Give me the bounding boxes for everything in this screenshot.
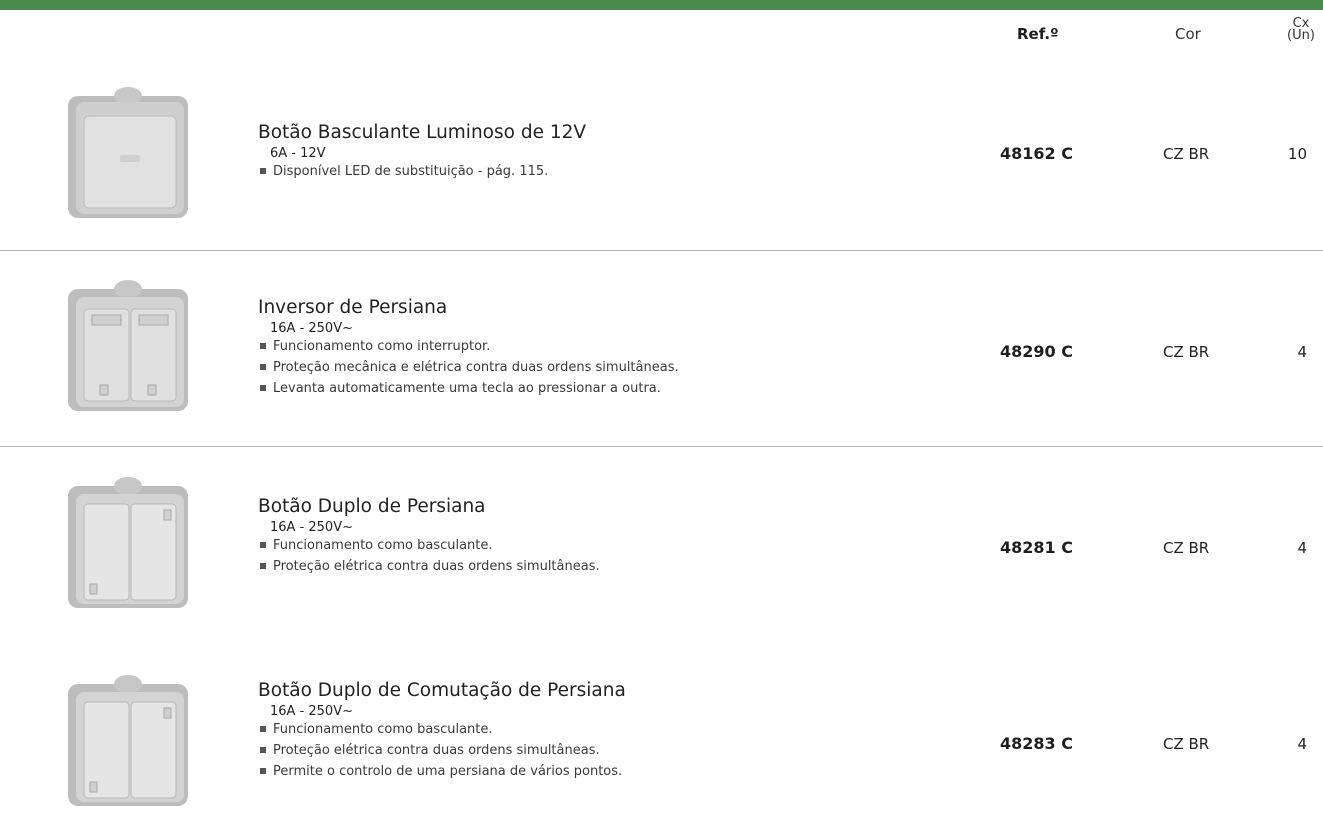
product-title: Botão Duplo de Persiana: [258, 496, 486, 517]
feature-item: Proteção elétrica contra duas ordens sim…: [260, 740, 626, 761]
feature-item: Funcionamento como basculante.: [260, 719, 626, 740]
product-box-qty: 4: [1297, 343, 1307, 361]
bullet-square-icon: [260, 726, 266, 732]
feature-item: Funcionamento como interruptor.: [260, 336, 679, 357]
product-color: CZ BR: [1163, 343, 1210, 361]
product-color: CZ BR: [1163, 145, 1210, 163]
bullet-square-icon: [260, 563, 266, 569]
row-divider: [0, 446, 1323, 447]
product-info: Botão Basculante Luminoso de 12V 6A - 12…: [258, 122, 586, 182]
bullet-square-icon: [260, 343, 266, 349]
bullet-square-icon: [260, 542, 266, 548]
single-rocker-switch-icon: [62, 82, 194, 222]
row-divider: [0, 250, 1323, 251]
product-color: CZ BR: [1163, 539, 1210, 557]
column-header-cx-line2: (Un): [1287, 28, 1315, 43]
product-info: Botão Duplo de Comutação de Persiana 16A…: [258, 680, 626, 782]
product-box-qty: 4: [1297, 735, 1307, 753]
product-info: Inversor de Persiana 16A - 250V~ Funcion…: [258, 297, 679, 399]
product-box-qty: 10: [1287, 145, 1307, 163]
bullet-square-icon: [260, 747, 266, 753]
bullet-square-icon: [260, 768, 266, 774]
product-ref: 48283 C: [1000, 734, 1073, 753]
product-spec: 16A - 250V~: [270, 520, 353, 535]
double-blind-switch-icon: [62, 670, 194, 810]
feature-item: Funcionamento como basculante.: [260, 535, 600, 556]
top-accent-bar: [0, 0, 1323, 10]
feature-item: Permite o controlo de uma persiana de vá…: [260, 761, 626, 782]
feature-item: Proteção mecânica e elétrica contra duas…: [260, 357, 679, 378]
product-spec: 16A - 250V~: [270, 704, 353, 719]
feature-item: Disponível LED de substituição - pág. 11…: [260, 161, 586, 182]
product-features: Disponível LED de substituição - pág. 11…: [260, 161, 586, 182]
product-box-qty: 4: [1297, 539, 1307, 557]
product-spec: 16A - 250V~: [270, 321, 353, 336]
product-spec: 6A - 12V: [270, 146, 326, 161]
product-info: Botão Duplo de Persiana 16A - 250V~ Func…: [258, 496, 600, 577]
bullet-square-icon: [260, 385, 266, 391]
product-title: Inversor de Persiana: [258, 297, 448, 318]
product-features: Funcionamento como basculante. Proteção …: [260, 719, 626, 782]
product-features: Funcionamento como interruptor. Proteção…: [260, 336, 679, 399]
product-ref: 48162 C: [1000, 144, 1073, 163]
product-features: Funcionamento como basculante. Proteção …: [260, 535, 600, 577]
column-header-cx: Cx (Un): [1280, 17, 1322, 43]
bullet-square-icon: [260, 168, 266, 174]
feature-item: Levanta automaticamente uma tecla ao pre…: [260, 378, 679, 399]
stop-blind-switch-icon: [62, 275, 194, 415]
product-ref: 48290 C: [1000, 342, 1073, 361]
column-header-ref: Ref.º: [1017, 25, 1059, 43]
feature-item: Proteção elétrica contra duas ordens sim…: [260, 556, 600, 577]
bullet-square-icon: [260, 364, 266, 370]
double-blind-switch-icon: [62, 472, 194, 612]
column-header-cor: Cor: [1175, 25, 1201, 43]
product-color: CZ BR: [1163, 735, 1210, 753]
product-ref: 48281 C: [1000, 538, 1073, 557]
product-title: Botão Duplo de Comutação de Persiana: [258, 680, 626, 701]
product-title: Botão Basculante Luminoso de 12V: [258, 122, 587, 143]
